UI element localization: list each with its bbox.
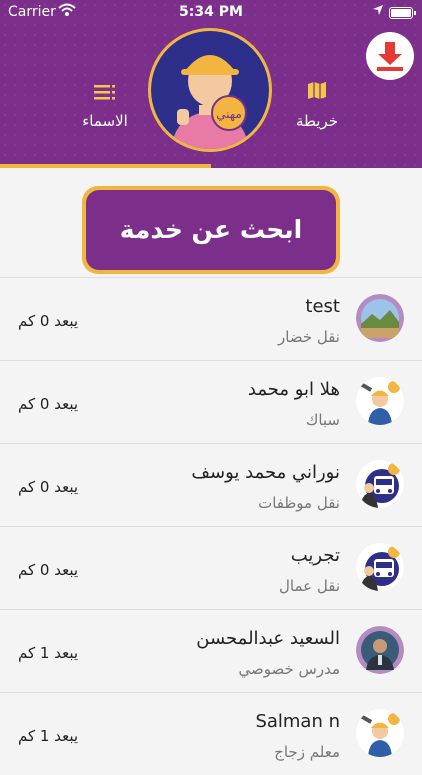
worker-distance: يبعد 1 كم bbox=[18, 644, 79, 662]
search-service-button[interactable]: ابحث عن خدمة bbox=[82, 186, 340, 274]
app-header: Carrier 5:34 PM الاسماء مهني خريطة bbox=[0, 0, 422, 168]
map-icon bbox=[252, 80, 382, 106]
tab-map[interactable]: خريطة bbox=[252, 80, 382, 130]
battery-icon bbox=[389, 7, 416, 19]
worker-job: نقل خضار bbox=[278, 328, 340, 346]
worker-name: السعيد عبدالمحسن bbox=[196, 628, 340, 649]
worker-job: مدرس خصوصي bbox=[238, 660, 341, 678]
worker-name: نوراني محمد يوسف bbox=[191, 462, 340, 483]
tab-map-label: خريطة bbox=[295, 112, 339, 130]
worker-name: Salman n bbox=[255, 711, 340, 732]
worker-name: هلا ابو محمد bbox=[247, 379, 340, 400]
worker-list: يبعد 0 كم test نقل خضار يبعد 0 كم هلا ابو مح… bbox=[0, 277, 422, 775]
worker-name: تجريب bbox=[290, 545, 340, 566]
worker-row[interactable]: يبعد 0 كم test نقل خضار bbox=[0, 277, 422, 360]
worker-job: نقل موظفات bbox=[258, 494, 340, 512]
worker-avatar bbox=[356, 460, 404, 508]
worker-row[interactable]: يبعد 0 كم تجريب نقل عمال bbox=[0, 526, 422, 609]
worker-distance: يبعد 0 كم bbox=[18, 478, 79, 496]
tab-names-label: الاسماء bbox=[82, 112, 128, 130]
worker-avatar bbox=[356, 626, 404, 674]
worker-distance: يبعد 1 كم bbox=[18, 727, 79, 745]
worker-avatar bbox=[356, 377, 404, 425]
svg-text:مهني: مهني bbox=[216, 107, 242, 121]
worker-row[interactable]: يبعد 1 كم السعيد عبدالمحسن مدرس خصوصي bbox=[0, 609, 422, 692]
worker-distance: يبعد 0 كم bbox=[18, 312, 79, 330]
worker-row[interactable]: يبعد 0 كم هلا ابو محمد سباك bbox=[0, 360, 422, 443]
worker-row[interactable]: يبعد 0 كم نوراني محمد يوسف نقل موظفات bbox=[0, 443, 422, 526]
download-button[interactable] bbox=[366, 32, 414, 80]
worker-job: نقل عمال bbox=[279, 577, 340, 595]
worker-job: سباك bbox=[305, 411, 340, 429]
worker-avatar bbox=[356, 294, 404, 342]
clock: 5:34 PM bbox=[179, 4, 243, 20]
worker-avatar bbox=[356, 543, 404, 591]
status-bar: Carrier 5:34 PM bbox=[0, 0, 422, 26]
worker-row[interactable]: يبعد 1 كم Salman n معلم زجاج bbox=[0, 692, 422, 775]
worker-distance: يبعد 0 كم bbox=[18, 395, 79, 413]
download-icon bbox=[377, 42, 403, 71]
worker-distance: يبعد 0 كم bbox=[18, 561, 79, 579]
search-service-label: ابحث عن خدمة bbox=[86, 190, 336, 270]
worker-name: test bbox=[305, 296, 340, 317]
active-tab-indicator bbox=[0, 164, 211, 168]
location-arrow-icon bbox=[372, 4, 384, 20]
worker-job: معلم زجاج bbox=[274, 743, 340, 761]
